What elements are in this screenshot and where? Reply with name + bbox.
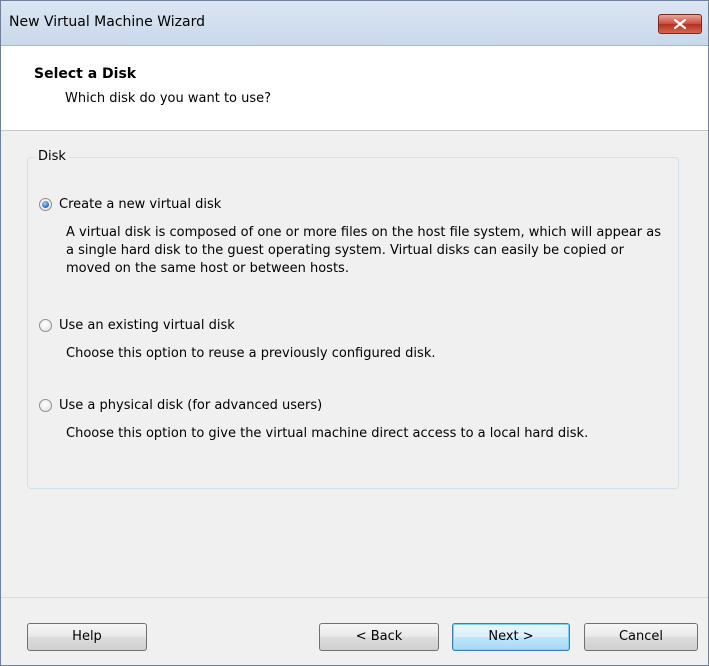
radio-create-new-disk[interactable]: Create a new virtual disk <box>39 195 221 213</box>
title-bar[interactable]: New Virtual Machine Wizard <box>1 1 708 46</box>
footer-divider <box>1 597 708 598</box>
option-description: Choose this option to reuse a previously… <box>66 346 436 361</box>
option-description: A virtual disk is composed of one or mor… <box>66 225 662 276</box>
back-button[interactable]: < Back <box>319 623 439 651</box>
page-title: Select a Disk <box>34 66 137 82</box>
page-subtitle: Which disk do you want to use? <box>65 91 272 106</box>
radio-button[interactable] <box>39 398 52 412</box>
close-button[interactable] <box>658 14 702 34</box>
close-icon <box>674 19 686 29</box>
window-title: New Virtual Machine Wizard <box>9 14 205 30</box>
radio-button[interactable] <box>39 318 52 332</box>
radio-button-selected[interactable] <box>39 197 52 211</box>
radio-use-existing-disk[interactable]: Use an existing virtual disk <box>39 316 235 334</box>
option-label[interactable]: Use a physical disk (for advanced users) <box>59 398 322 413</box>
option-label[interactable]: Use an existing virtual disk <box>59 318 235 333</box>
wizard-header: Select a Disk Which disk do you want to … <box>1 46 708 131</box>
next-button[interactable]: Next > <box>452 623 570 651</box>
disk-group-legend: Disk <box>35 149 69 164</box>
radio-use-physical-disk[interactable]: Use a physical disk (for advanced users) <box>39 396 322 414</box>
option-description: Choose this option to give the virtual m… <box>66 426 589 441</box>
cancel-button[interactable]: Cancel <box>584 623 698 651</box>
help-button[interactable]: Help <box>27 623 147 651</box>
option-label[interactable]: Create a new virtual disk <box>59 197 221 212</box>
wizard-window: New Virtual Machine Wizard Select a Disk… <box>0 0 709 666</box>
